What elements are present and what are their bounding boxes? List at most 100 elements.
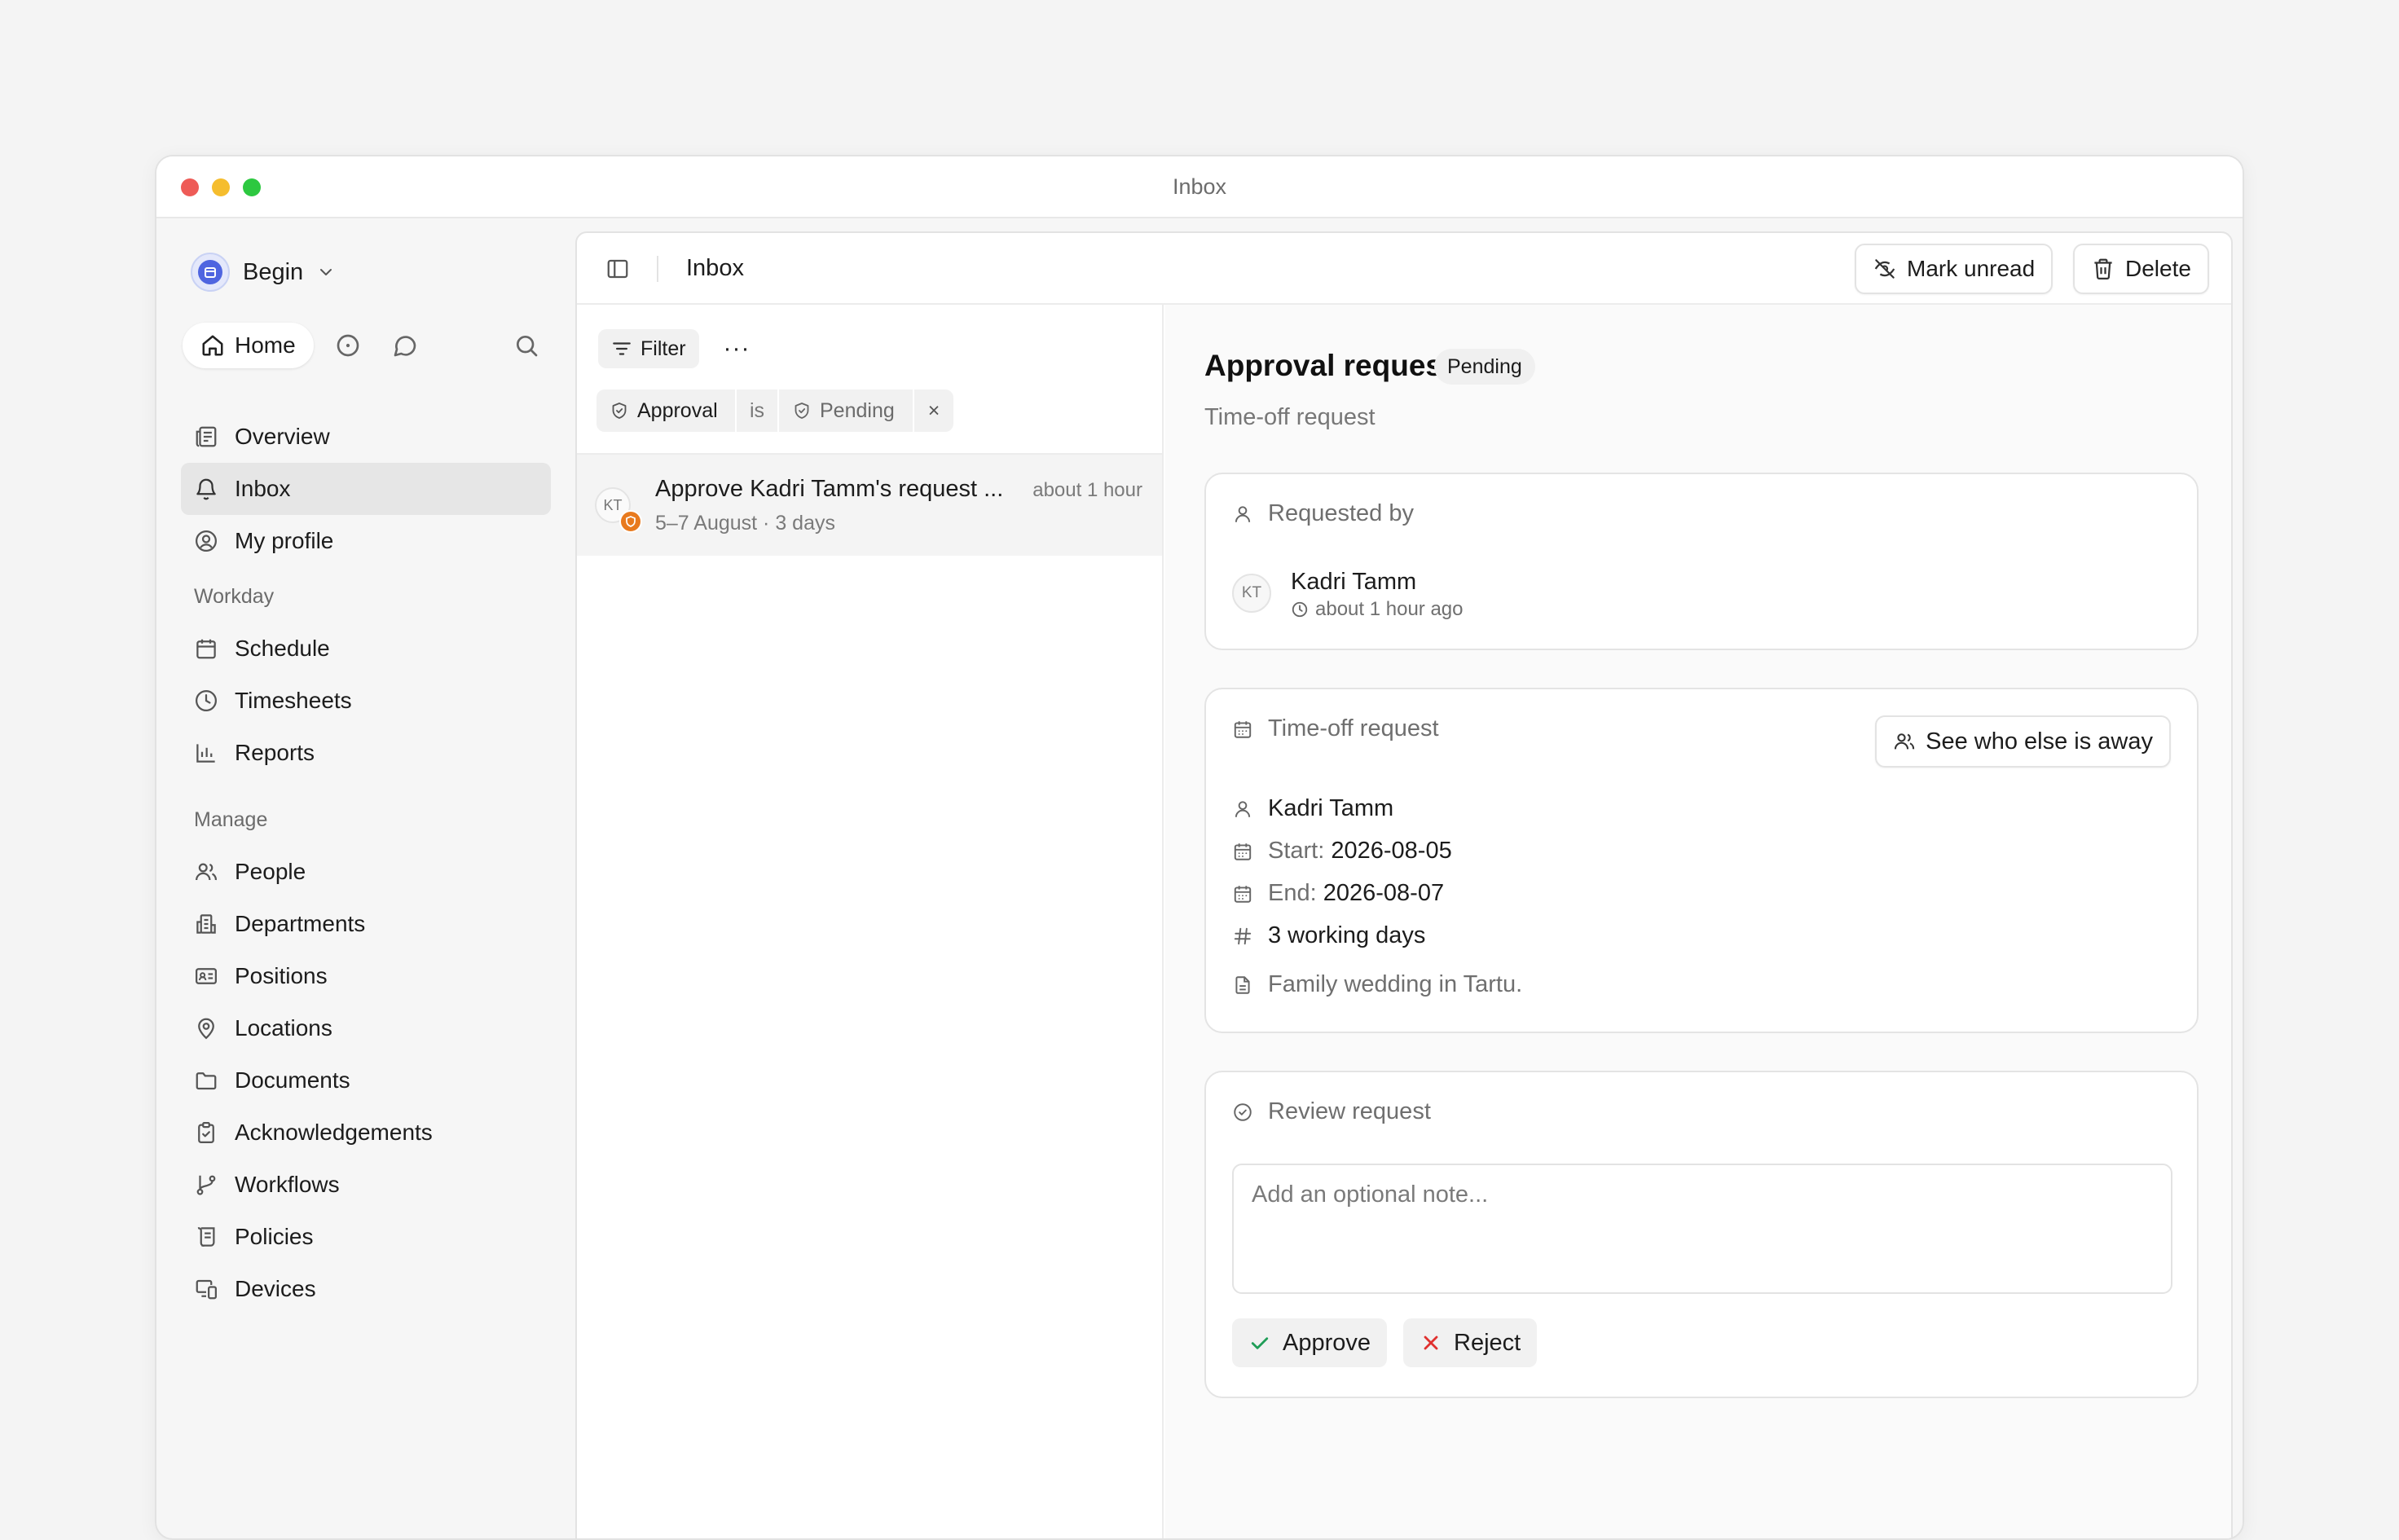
detail-pane: Approval request Pending Time-off reques…	[1165, 305, 2231, 1538]
status-badge: Pending	[1434, 349, 1535, 385]
messages-button[interactable]	[382, 323, 428, 368]
sidebar-item-reports[interactable]: Reports	[181, 727, 551, 779]
section-label-workday: Workday	[194, 584, 275, 608]
sidebar-item-documents[interactable]: Documents	[181, 1054, 551, 1107]
reject-button[interactable]: Reject	[1403, 1318, 1538, 1367]
sidebar-item-devices[interactable]: Devices	[181, 1263, 551, 1315]
clock-icon	[1292, 601, 1308, 618]
section-label-manage: Manage	[194, 807, 268, 831]
id-card-icon	[196, 968, 217, 984]
home-button[interactable]: Home	[183, 323, 314, 368]
requested-by-card: Requested by KT Kadri Tamm about 1 hour …	[1204, 473, 2199, 650]
newspaper-icon	[196, 426, 217, 447]
mark-unread-label: Mark unread	[1907, 256, 2036, 281]
user-icon	[1235, 800, 1251, 817]
calendar-icon	[1234, 720, 1252, 738]
activity-button[interactable]	[325, 323, 371, 368]
sidebar-item-locations[interactable]: Locations	[181, 1002, 551, 1054]
clock-icon	[196, 690, 217, 711]
see-who-else-is-away-button[interactable]: See who else is away	[1875, 715, 2171, 768]
inbox-list-pane: Filter ··· Approval is Pending × KT Appr…	[577, 305, 1164, 1538]
map-pin-icon	[198, 1018, 214, 1040]
time-off-reason: Family wedding in Tartu.	[1232, 971, 1522, 998]
monitor-smartphone-icon	[196, 1279, 217, 1300]
panel-left-icon	[607, 259, 628, 279]
sidebar-item-label: My profile	[235, 528, 334, 553]
review-card: Review request Approve Reject	[1204, 1071, 2199, 1398]
workspace-name: Begin	[243, 258, 304, 285]
toggle-sidebar-button[interactable]	[603, 254, 632, 284]
list-item[interactable]: KT Approve Kadri Tamm's request ... abou…	[577, 455, 1162, 556]
filter-chip-field[interactable]: Approval	[596, 389, 735, 432]
file-text-icon	[1235, 975, 1250, 994]
main-header: Inbox Mark unread Delete	[577, 233, 2231, 305]
start-label: Start:	[1268, 838, 1325, 864]
git-branch-icon	[196, 1175, 216, 1195]
building-icon	[196, 914, 216, 934]
time-off-start: Start: 2026-08-05	[1232, 838, 1452, 865]
sidebar-item-workflows[interactable]: Workflows	[181, 1159, 551, 1211]
eye-off-icon	[1874, 259, 1895, 279]
reason-text: Family wedding in Tartu.	[1268, 971, 1523, 997]
users-icon	[196, 863, 218, 881]
time-off-days: 3 working days	[1232, 922, 1425, 949]
requested-time-label: about 1 hour ago	[1315, 598, 1464, 620]
sidebar-item-overview[interactable]: Overview	[181, 411, 551, 463]
shield-check-icon	[612, 403, 627, 419]
search-button[interactable]	[504, 323, 549, 368]
sidebar-item-timesheets[interactable]: Timesheets	[181, 675, 551, 727]
approve-button[interactable]: Approve	[1232, 1318, 1388, 1367]
calendar-icon	[1234, 885, 1252, 903]
sidebar-item-departments[interactable]: Departments	[181, 898, 551, 950]
list-item-title: Approve Kadri Tamm's request ...	[655, 476, 1004, 502]
more-options-button[interactable]: ···	[717, 329, 756, 368]
list-item-time: about 1 hour	[1032, 479, 1142, 501]
sidebar-item-people[interactable]: People	[181, 846, 551, 898]
sidebar-item-policies[interactable]: Policies	[181, 1211, 551, 1263]
workspace-logo	[191, 253, 230, 292]
sidebar-item-acknowledgements[interactable]: Acknowledgements	[181, 1107, 551, 1159]
workspace-switcher[interactable]: Begin	[191, 251, 336, 293]
manage-nav: Manage People Departments Positions Loca…	[181, 803, 551, 1315]
home-icon	[202, 335, 223, 356]
check-circle-icon	[1234, 1102, 1252, 1121]
bar-chart-icon	[196, 744, 215, 763]
folder-icon	[196, 1072, 217, 1090]
sidebar-item-positions[interactable]: Positions	[181, 950, 551, 1002]
requester-name: Kadri Tamm	[1291, 569, 1417, 595]
sidebar-item-my-profile[interactable]: My profile	[181, 515, 551, 567]
sidebar-item-label: Schedule	[235, 636, 330, 661]
title-bar: Inbox	[156, 156, 2243, 218]
header-divider	[657, 256, 658, 282]
sidebar: Begin Home Overview Inbox My profile Wor…	[156, 218, 574, 1538]
requested-time: about 1 hour ago	[1291, 598, 1464, 621]
clear-filter-button[interactable]: ×	[914, 389, 953, 432]
detail-subtitle: Time-off request	[1204, 404, 1376, 430]
user-icon	[1235, 505, 1251, 522]
primary-nav: Overview Inbox My profile	[181, 411, 551, 567]
sidebar-item-label: Locations	[235, 1015, 332, 1041]
sidebar-top-nav: Home	[183, 323, 549, 368]
mark-unread-button[interactable]: Mark unread	[1855, 244, 2053, 294]
filter-chip-operator[interactable]: is	[737, 389, 777, 432]
sidebar-item-inbox[interactable]: Inbox	[181, 463, 551, 515]
card-heading-label: Requested by	[1268, 500, 1414, 526]
delete-button[interactable]: Delete	[2073, 244, 2209, 294]
sidebar-item-label: Workflows	[235, 1172, 340, 1197]
time-off-person: Kadri Tamm	[1232, 795, 1393, 822]
shield-check-icon	[795, 403, 809, 419]
sidebar-item-label: Policies	[235, 1224, 314, 1249]
sidebar-item-label: People	[235, 859, 306, 884]
review-note-input[interactable]	[1232, 1164, 2172, 1294]
scroll-icon	[197, 1227, 215, 1247]
filter-button[interactable]: Filter	[598, 329, 699, 368]
user-circle-icon	[196, 530, 217, 552]
time-off-end: End: 2026-08-07	[1232, 880, 1444, 907]
card-heading: Review request	[1232, 1098, 1431, 1125]
clipboard-check-icon	[198, 1122, 214, 1143]
filter-chip-value[interactable]: Pending	[779, 389, 913, 432]
sidebar-item-schedule[interactable]: Schedule	[181, 623, 551, 675]
sidebar-item-label: Reports	[235, 740, 315, 765]
filter-label: Filter	[640, 337, 686, 360]
page-title: Inbox	[686, 255, 744, 281]
